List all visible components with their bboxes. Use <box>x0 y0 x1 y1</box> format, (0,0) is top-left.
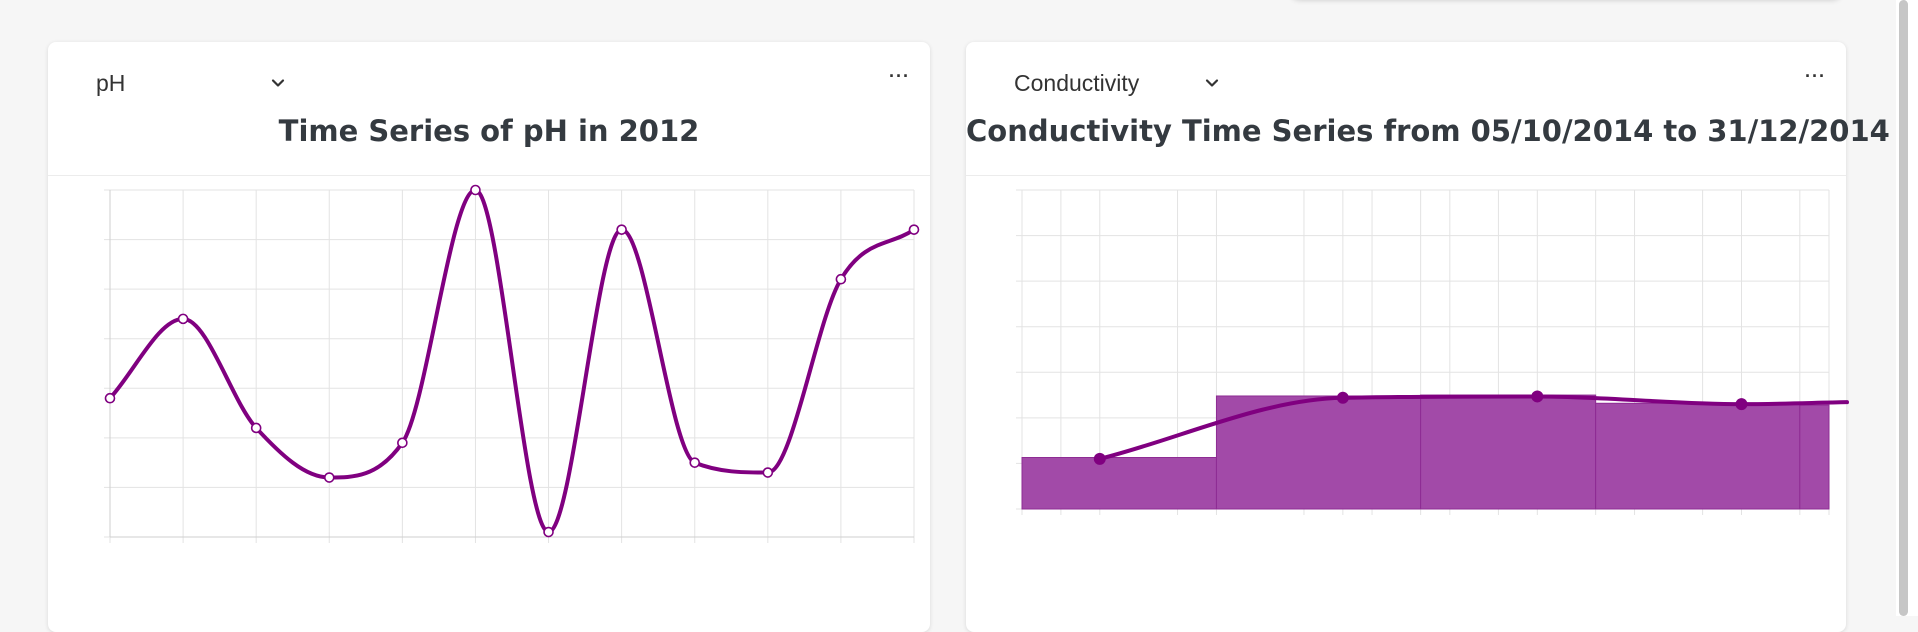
data-point <box>250 422 262 434</box>
series-line <box>108 188 916 535</box>
ph-chart-card: pH ··· Time Series of pH in 2012 <box>48 42 930 632</box>
data-point <box>470 184 481 196</box>
data-point <box>1735 398 1748 411</box>
bar <box>1021 457 1217 510</box>
bar <box>1799 404 1830 510</box>
conductivity-chart-card: Conductivity ··· Conductivity Time Serie… <box>966 42 1890 632</box>
vertical-scrollbar[interactable] <box>1896 0 1918 616</box>
ph-line-chart <box>104 184 920 543</box>
data-point <box>835 273 847 285</box>
data-point <box>104 392 116 404</box>
data-point <box>908 224 920 235</box>
data-point <box>1531 390 1544 403</box>
data-point <box>616 224 627 235</box>
data-point <box>1093 452 1106 465</box>
bar <box>1420 394 1597 510</box>
data-point <box>1336 391 1349 404</box>
conductivity-bar-line-chart <box>1016 189 1849 515</box>
bar <box>1595 402 1801 510</box>
data-point <box>397 437 408 449</box>
data-point <box>323 472 335 483</box>
scrollbar-thumb[interactable] <box>1899 0 1908 616</box>
data-point <box>543 526 554 538</box>
data-point <box>177 313 189 325</box>
data-point <box>762 467 774 478</box>
data-point <box>689 457 701 468</box>
